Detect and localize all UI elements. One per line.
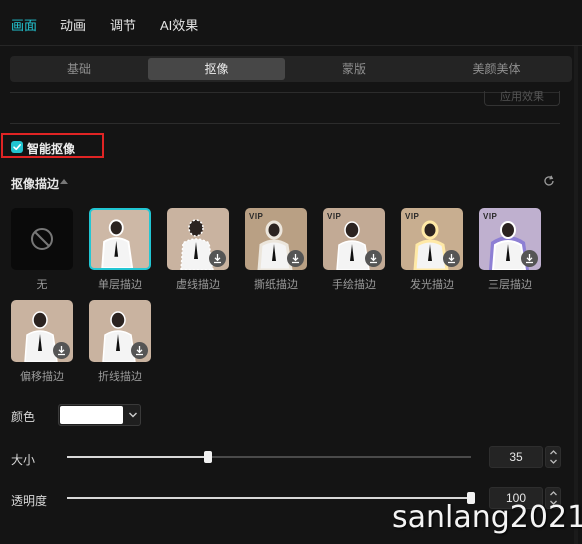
size-slider-fill: [67, 456, 209, 458]
outline-style-dashed[interactable]: [167, 208, 229, 270]
outline-style-triple[interactable]: VIP: [479, 208, 541, 270]
tab-mask[interactable]: 蒙版: [287, 58, 421, 80]
outline-style-label: 偏移描边: [20, 371, 64, 383]
outline-style-label: 单层描边: [98, 279, 142, 291]
tab-beauty[interactable]: 美颜美体: [423, 58, 570, 80]
download-icon[interactable]: [131, 342, 148, 359]
download-icon[interactable]: [365, 250, 382, 267]
outline-style-label: 折线描边: [98, 371, 142, 383]
none-icon: [31, 228, 53, 250]
divider: [10, 92, 560, 93]
person-thumbnail-icon: [101, 219, 134, 268]
download-icon[interactable]: [287, 250, 304, 267]
outline-style-label: 无: [36, 279, 48, 291]
tab-cutout[interactable]: 抠像: [148, 58, 285, 80]
outline-style-polyline[interactable]: [89, 300, 151, 362]
size-label: 大小: [11, 453, 36, 467]
outline-style-offset[interactable]: [11, 300, 73, 362]
smart-cutout-label[interactable]: 智能抠像: [27, 140, 75, 157]
size-stepper[interactable]: [545, 446, 561, 468]
outline-style-label: 虚线描边: [176, 279, 220, 291]
check-icon: [13, 144, 21, 151]
watermark-text: sanlang2021: [392, 500, 582, 535]
outline-section-title: 抠像描边: [11, 177, 60, 191]
tab-basic[interactable]: 基础: [12, 58, 146, 80]
download-icon[interactable]: [53, 342, 70, 359]
tab-canvas[interactable]: 画面: [11, 15, 37, 34]
outline-style-label: 三层描边: [488, 279, 532, 291]
download-icon[interactable]: [521, 250, 538, 267]
tab-ai-effects[interactable]: AI效果: [160, 15, 198, 34]
smart-cutout-checkbox[interactable]: [11, 141, 23, 153]
divider: [10, 123, 560, 124]
outline-style-torn-paper[interactable]: VIP: [245, 208, 307, 270]
scrollbar[interactable]: [574, 46, 578, 544]
color-swatch[interactable]: [60, 406, 123, 424]
outline-style-label: 撕纸描边: [254, 279, 298, 291]
outline-style-label: 发光描边: [410, 279, 454, 291]
outline-style-glow[interactable]: VIP: [401, 208, 463, 270]
tab-adjust[interactable]: 调节: [110, 15, 136, 34]
outline-style-single[interactable]: [89, 208, 151, 270]
sub-tab-bar: 基础 抠像 蒙版 美颜美体: [10, 56, 572, 82]
color-picker[interactable]: [58, 404, 141, 426]
outline-style-label: 手绘描边: [332, 279, 376, 291]
chevron-down-icon[interactable]: [128, 411, 138, 419]
top-tab-bar: 画面 动画 调节 AI效果: [0, 0, 582, 46]
tab-animation[interactable]: 动画: [60, 15, 86, 34]
size-slider-handle[interactable]: [204, 451, 213, 463]
outline-style-hand-drawn[interactable]: VIP: [323, 208, 385, 270]
apply-effect-button[interactable]: 应用效果: [484, 91, 560, 106]
color-label: 颜色: [11, 410, 36, 424]
outline-style-none[interactable]: [11, 208, 73, 270]
download-icon[interactable]: [209, 250, 226, 267]
opacity-slider-fill: [67, 497, 471, 499]
collapse-caret-icon[interactable]: [60, 179, 68, 184]
opacity-label: 透明度: [11, 494, 48, 508]
stepper-arrows-icon: [550, 450, 557, 464]
download-icon[interactable]: [443, 250, 460, 267]
size-input[interactable]: 35: [489, 446, 543, 468]
reset-icon[interactable]: [542, 174, 556, 188]
